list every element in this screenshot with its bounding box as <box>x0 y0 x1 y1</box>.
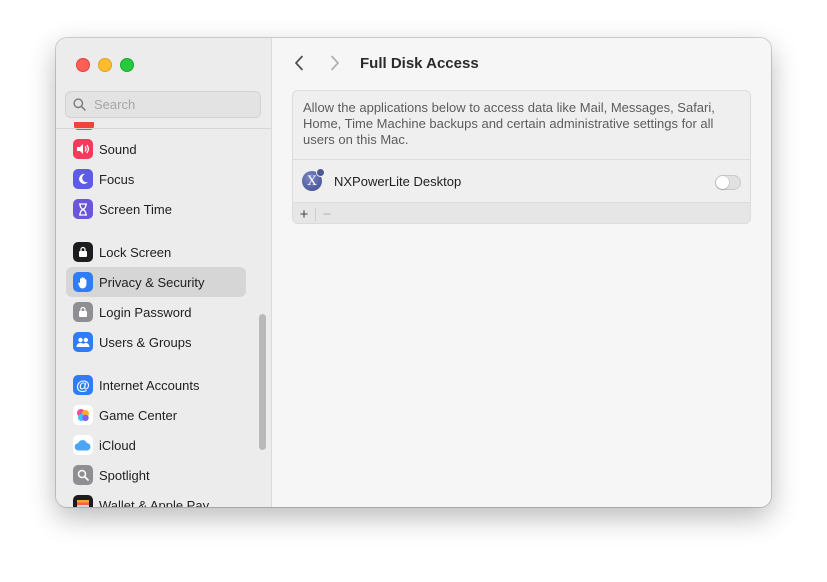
sidebar-item-sound[interactable]: Sound <box>66 134 246 164</box>
game-center-icon <box>73 405 93 425</box>
moon-icon <box>73 169 93 189</box>
sidebar-item-label: Login Password <box>99 304 192 320</box>
list-footer: + − <box>293 202 750 223</box>
sidebar-item-privacy-security[interactable]: Privacy & Security <box>66 267 246 297</box>
sidebar-item-internet-accounts[interactable]: @ Internet Accounts <box>66 370 246 400</box>
sidebar-item-label: Lock Screen <box>99 244 172 260</box>
remove-app-button[interactable]: − <box>316 204 338 223</box>
sidebar-item-wallet-apple-pay[interactable]: Wallet & Apple Pay <box>66 490 246 507</box>
sidebar-item-label: Spotlight <box>99 467 150 483</box>
hand-icon <box>73 272 93 292</box>
search-icon <box>73 98 86 111</box>
sidebar-item-label: Sound <box>99 141 137 157</box>
panel-description: Allow the applications below to access d… <box>303 100 715 147</box>
page-title: Full Disk Access <box>360 55 479 72</box>
users-icon <box>73 332 93 352</box>
sidebar-item-lock-screen[interactable]: Lock Screen <box>66 237 246 267</box>
close-window-button[interactable] <box>76 58 90 72</box>
chevron-right-icon <box>331 55 339 71</box>
cloud-icon <box>73 435 93 455</box>
sidebar: Sound Focus Screen Time Lock Screen Priv… <box>56 38 272 507</box>
lock-icon <box>73 302 93 322</box>
sidebar-item-label: Internet Accounts <box>99 377 200 393</box>
sidebar-scrollbar[interactable] <box>259 314 266 450</box>
sidebar-item-game-center[interactable]: Game Center <box>66 400 246 430</box>
minimize-window-button[interactable] <box>98 58 112 72</box>
app-icon-glyph: X <box>307 173 317 189</box>
back-button[interactable] <box>288 52 310 74</box>
sidebar-item-spotlight[interactable]: Spotlight <box>66 460 246 490</box>
chevron-left-icon <box>295 55 303 71</box>
at-icon: @ <box>73 375 93 395</box>
sidebar-item-focus[interactable]: Focus <box>66 164 246 194</box>
speaker-icon <box>73 139 93 159</box>
sidebar-item-screen-time[interactable]: Screen Time <box>66 194 246 224</box>
sidebar-item-label: Game Center <box>99 407 178 423</box>
app-name: NXPowerLite Desktop <box>334 173 462 189</box>
window-controls <box>76 58 134 72</box>
settings-window: Sound Focus Screen Time Lock Screen Priv… <box>56 38 771 507</box>
lock-screen-icon <box>73 242 93 262</box>
sidebar-item-label: Wallet & Apple Pay <box>99 497 210 508</box>
sidebar-item-users-groups[interactable]: Users & Groups <box>66 327 246 357</box>
search-field[interactable] <box>65 91 261 118</box>
sidebar-item-label: Users & Groups <box>99 334 192 350</box>
nxpowerlite-app-icon: X <box>302 168 325 191</box>
app-access-toggle[interactable] <box>715 175 741 190</box>
main-content: Full Disk Access Allow the applications … <box>272 38 771 507</box>
add-app-button[interactable]: + <box>293 204 315 223</box>
magnifier-icon <box>73 465 93 485</box>
sidebar-item-label: Privacy & Security <box>99 274 205 290</box>
sidebar-item-login-password[interactable]: Login Password <box>66 297 246 327</box>
sidebar-scroll-edge <box>56 128 271 129</box>
zoom-window-button[interactable] <box>120 58 134 72</box>
wallet-icon <box>73 495 93 507</box>
search-input[interactable] <box>92 96 256 113</box>
full-disk-access-panel: Allow the applications below to access d… <box>292 90 751 224</box>
sidebar-item-icloud[interactable]: iCloud <box>66 430 246 460</box>
sidebar-item-label: Focus <box>99 171 135 187</box>
sidebar-item-label: Screen Time <box>99 201 172 217</box>
hourglass-icon <box>73 199 93 219</box>
toggle-knob <box>716 176 729 189</box>
forward-button[interactable] <box>324 52 346 74</box>
sidebar-item-label: iCloud <box>99 437 136 453</box>
app-row[interactable]: X NXPowerLite Desktop <box>293 160 750 202</box>
app-icon-badge <box>316 168 325 177</box>
